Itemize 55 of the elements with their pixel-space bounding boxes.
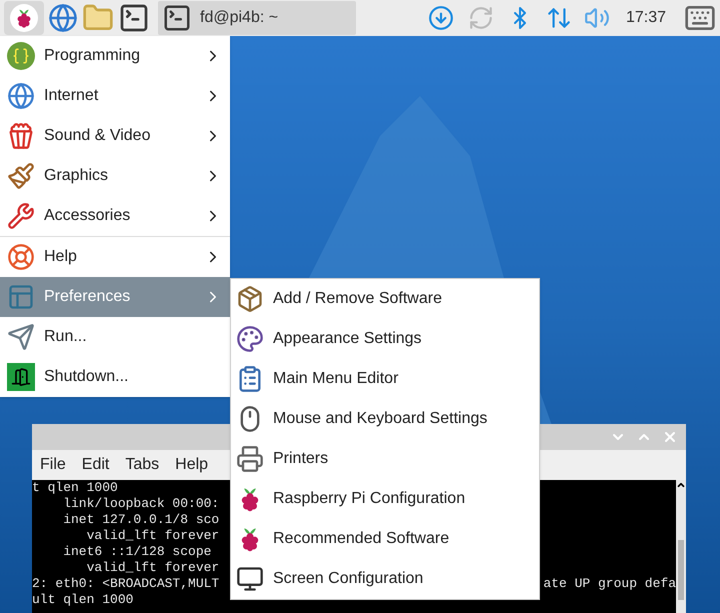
terminal-line: valid_lft forever: [86, 528, 220, 544]
menu-bar-item[interactable]: Edit: [82, 453, 110, 477]
menu-bar-item[interactable]: Tabs: [125, 453, 160, 477]
printer-icon: [236, 445, 264, 473]
menu-item[interactable]: Add / Remove Software: [231, 279, 539, 319]
paintbrush-icon: [7, 162, 35, 190]
menu-item[interactable]: Main Menu Editor: [231, 359, 539, 399]
terminal-line: inet6 ::1/128 scope: [62, 544, 212, 560]
menu-item[interactable]: Help: [0, 237, 230, 277]
terminal-line: inet 127.0.0.1/8 sco: [62, 512, 220, 528]
terminal-icon: [162, 3, 192, 33]
volume-icon[interactable]: [584, 5, 610, 31]
terminal-line: link/loopback 00:00:: [62, 496, 220, 512]
braces-icon: [7, 42, 35, 70]
close-icon[interactable]: [662, 429, 678, 445]
terminal-line: valid_lft forever: [86, 560, 220, 576]
menu-item[interactable]: Mouse and Keyboard Settings: [231, 399, 539, 439]
menu-item[interactable]: Graphics: [0, 156, 230, 196]
menu-item[interactable]: Printers: [231, 439, 539, 479]
menu-item[interactable]: Run...: [0, 317, 230, 357]
terminal-line: 2: eth0: <BROADCAST,MULT: [32, 576, 220, 592]
menu-item[interactable]: Raspberry Pi Configuration: [231, 479, 539, 519]
wrench-icon: [7, 202, 35, 230]
paper-plane-icon: [7, 323, 35, 351]
scroll-up-icon[interactable]: [676, 480, 686, 490]
refresh-icon[interactable]: [468, 5, 494, 31]
menu-item[interactable]: Programming: [0, 36, 230, 76]
scrollbar[interactable]: [676, 480, 686, 613]
menu-item[interactable]: Appearance Settings: [231, 319, 539, 359]
terminal-line: ate UP group defa: [543, 576, 676, 592]
menu-item[interactable]: Recommended Software: [231, 519, 539, 559]
window-icon: [7, 283, 35, 311]
clock[interactable]: 17:37: [626, 6, 666, 30]
menu-bar-item[interactable]: Help: [175, 453, 208, 477]
taskbar-button[interactable]: fd@pi4b: ~: [158, 1, 356, 35]
palette-icon: [236, 325, 264, 353]
menu-launcher[interactable]: [4, 1, 44, 35]
terminal-icon[interactable]: [118, 2, 150, 34]
exit-icon: [7, 363, 35, 391]
menu-item[interactable]: Shutdown...: [0, 357, 230, 397]
terminal-line: t qlen 1000: [32, 480, 118, 496]
menu-item[interactable]: Screen Configuration: [231, 559, 539, 599]
download-icon[interactable]: [428, 5, 454, 31]
menu-item[interactable]: Sound & Video: [0, 116, 230, 156]
lifebuoy-icon: [7, 243, 35, 271]
menu-item[interactable]: Internet: [0, 76, 230, 116]
menu-item[interactable]: Accessories: [0, 196, 230, 236]
monitor-icon: [236, 565, 264, 593]
globe-icon[interactable]: [48, 3, 78, 33]
globe-icon: [7, 82, 35, 110]
menu-bar-item[interactable]: File: [40, 453, 66, 477]
popcorn-icon: [7, 122, 35, 150]
package-icon: [236, 285, 264, 313]
network-arrows-icon[interactable]: [546, 5, 572, 31]
terminal-line: ult qlen 1000: [32, 592, 134, 608]
